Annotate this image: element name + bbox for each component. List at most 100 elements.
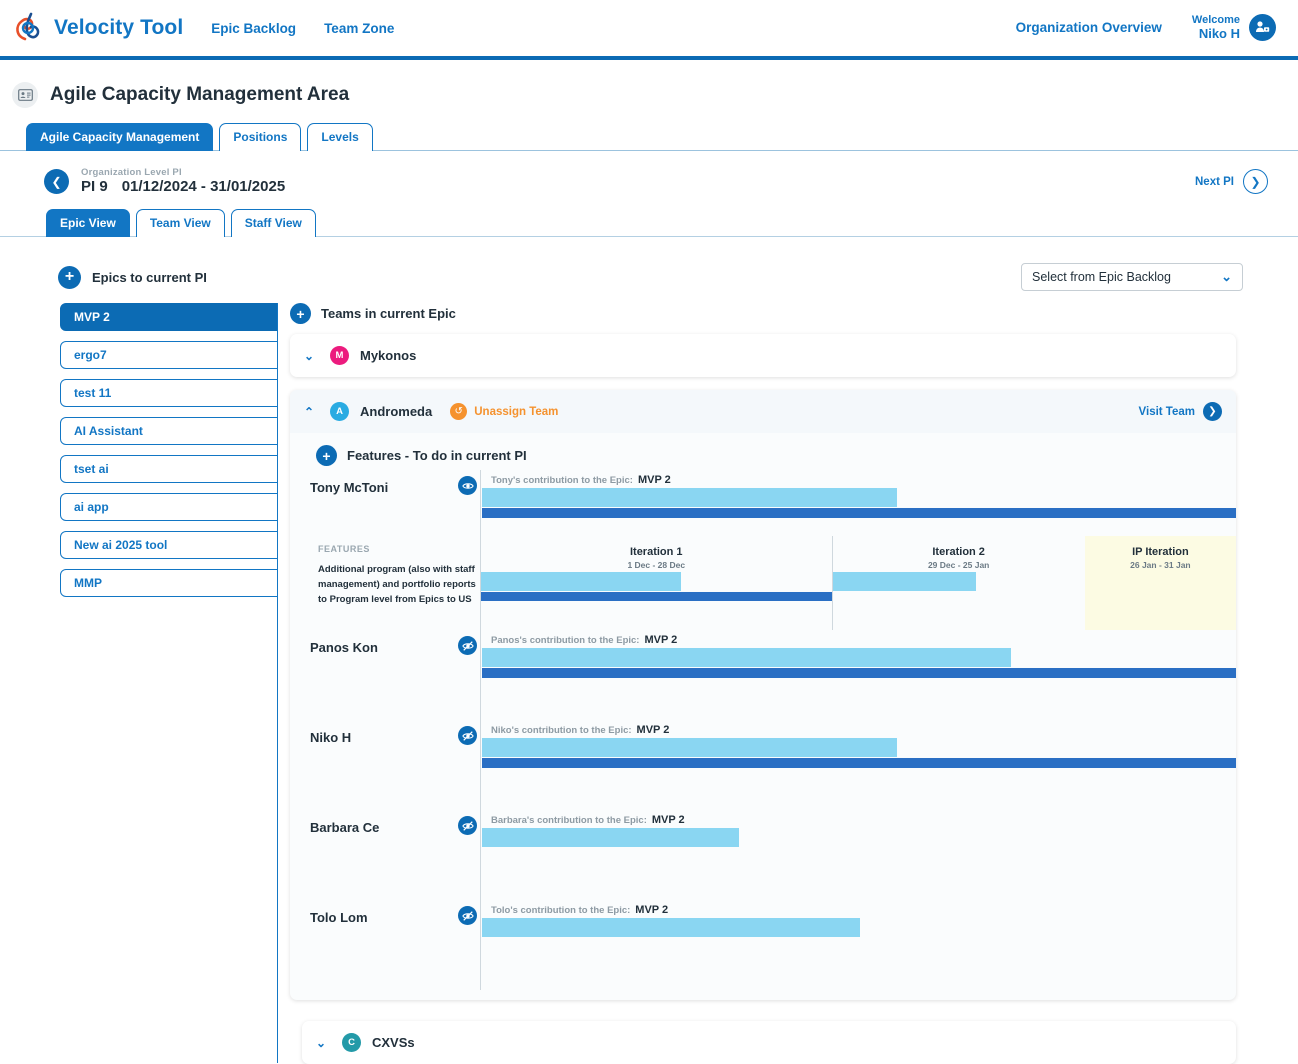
contribution-text: Panos's contribution to the Epic: [491, 635, 639, 646]
tab-levels[interactable]: Levels [307, 123, 372, 151]
main-content: + Epics to current PI Select from Epic B… [0, 237, 1298, 1063]
pi-info: Organization Level PI PI 901/12/2024 - 3… [81, 167, 285, 196]
team-card: ⌄ M Mykonos [290, 334, 1236, 377]
pi-dates: 01/12/2024 - 31/01/2025 [122, 178, 285, 195]
contribution-epic: MVP 2 [637, 724, 670, 736]
next-pi-label: Next PI [1195, 176, 1234, 188]
teams-section-title: Teams in current Epic [321, 306, 456, 321]
view-tabstrip: Epic View Team View Staff View [0, 208, 1298, 237]
epic-backlog-select[interactable]: Select from Epic Backlog ⌄ [1021, 263, 1243, 291]
add-feature-button[interactable]: + [316, 445, 337, 466]
capacity-bar-allocated [482, 508, 1236, 518]
app-root: Velocity Tool Epic Backlog Team Zone Org… [0, 0, 1298, 1064]
person-row: Panos Kon [290, 630, 1236, 720]
undo-icon: ↺ [450, 403, 467, 420]
page-header: Agile Capacity Management Area [0, 60, 1298, 108]
eye-icon[interactable] [458, 476, 477, 495]
chevron-left-icon[interactable]: ❮ [44, 169, 69, 194]
capacity-bar-available [482, 738, 897, 757]
capacity-bar-available [482, 488, 897, 507]
contribution-label: Barbara's contribution to the Epic:MVP 2 [491, 814, 685, 826]
tab-positions[interactable]: Positions [219, 123, 301, 151]
contribution-label: Niko's contribution to the Epic: MVP 2 [491, 724, 669, 736]
current-user-name: Niko H [1192, 27, 1240, 42]
nav-link-organization-overview[interactable]: Organization Overview [1016, 20, 1162, 35]
add-epics-label: Epics to current PI [92, 270, 207, 285]
gantt-track: Tony's contribution to the Epic:MVP 2 [480, 470, 1236, 538]
person-name: Barbara Ce [310, 820, 379, 835]
chevron-right-icon[interactable]: ❯ [1243, 169, 1268, 194]
gantt-track: Niko's contribution to the Epic: MVP 2 [480, 720, 1236, 810]
pi-navigation-bar: ❮ Organization Level PI PI 901/12/2024 -… [0, 151, 1298, 196]
top-navigation-bar: Velocity Tool Epic Backlog Team Zone Org… [0, 0, 1298, 60]
capacity-bar-available [482, 918, 860, 937]
tab-team-view[interactable]: Team View [136, 209, 225, 237]
features-kicker: FEATURES [318, 544, 483, 554]
epic-list-item[interactable]: ergo7 [60, 341, 278, 369]
chevron-right-icon: ❯ [1203, 402, 1222, 421]
eye-off-icon[interactable] [458, 906, 477, 925]
epic-list-item[interactable]: MMP [60, 569, 278, 597]
team-header-cxvss[interactable]: ⌄ C CXVSs [302, 1021, 1236, 1064]
epic-list-item[interactable]: New ai 2025 tool [60, 531, 278, 559]
tab-epic-view[interactable]: Epic View [46, 209, 130, 237]
epic-list-item[interactable]: test 11 [60, 379, 278, 407]
features-section-title: Features - To do in current PI [347, 448, 527, 463]
team-header-mykonos[interactable]: ⌄ M Mykonos [290, 334, 1236, 377]
tab-staff-view[interactable]: Staff View [231, 209, 316, 237]
user-menu[interactable]: Welcome Niko H [1192, 14, 1276, 42]
nav-link-epic-backlog[interactable]: Epic Backlog [211, 21, 296, 36]
epic-backlog-select-value: Select from Epic Backlog [1032, 270, 1171, 284]
iteration-bar-available [833, 572, 977, 591]
pi-value: PI 901/12/2024 - 31/01/2025 [81, 178, 285, 196]
eye-off-icon[interactable] [458, 636, 477, 655]
contribution-text: Barbara's contribution to the Epic: [491, 815, 647, 826]
tab-agile-capacity-management[interactable]: Agile Capacity Management [26, 123, 213, 151]
iteration-title: IP Iteration [1085, 536, 1236, 558]
iteration-column-ip: IP Iteration 26 Jan - 31 Jan [1085, 536, 1236, 630]
epic-list-panel: MVP 2 ergo7 test 11 AI Assistant tset ai… [0, 303, 278, 1063]
chevron-down-icon: ⌄ [1221, 269, 1232, 285]
gantt-track: Barbara's contribution to the Epic:MVP 2 [480, 810, 1236, 900]
epic-list-item[interactable]: tset ai [60, 455, 278, 483]
unassign-team-button[interactable]: ↺ Unassign Team [450, 403, 558, 420]
features-description-block: FEATURES Additional program (also with s… [318, 544, 483, 607]
velocity-logo-icon[interactable] [12, 9, 46, 47]
chevron-up-icon[interactable]: ⌃ [304, 405, 320, 419]
gantt-track: Tolo's contribution to the Epic:MVP 2 [480, 900, 1236, 990]
visit-team-label: Visit Team [1139, 406, 1195, 418]
person-name: Tony McToni [310, 480, 388, 495]
visit-team-button[interactable]: Visit Team ❯ [1139, 402, 1222, 421]
contribution-text: Tolo's contribution to the Epic: [491, 905, 630, 916]
next-pi-button[interactable]: Next PI ❯ [1195, 169, 1268, 194]
features-toolbar: + Features - To do in current PI [290, 433, 1236, 470]
chevron-down-icon[interactable]: ⌄ [304, 349, 320, 363]
team-card: ⌄ C CXVSs [302, 1021, 1236, 1064]
welcome-text: Welcome Niko H [1192, 14, 1240, 42]
team-card: ⌃ A Andromeda ↺ Unassign Team Visit Team… [290, 390, 1236, 1000]
contribution-text: Niko's contribution to the Epic: [491, 725, 632, 736]
team-avatar: M [330, 346, 349, 365]
iteration-title: Iteration 1 [481, 536, 832, 558]
person-row: Tolo Lom [290, 900, 1236, 990]
capacity-bar-available [482, 828, 739, 847]
unassign-team-label: Unassign Team [474, 406, 558, 418]
nav-link-team-zone[interactable]: Team Zone [324, 21, 394, 36]
gantt-track: Panos's contribution to the Epic: MVP 2 [480, 630, 1236, 720]
eye-off-icon[interactable] [458, 816, 477, 835]
brand-title: Velocity Tool [54, 16, 183, 40]
contribution-epic: MVP 2 [644, 634, 677, 646]
user-group-icon[interactable] [1249, 14, 1276, 41]
epic-list-item[interactable]: ai app [60, 493, 278, 521]
add-team-button[interactable]: + [290, 303, 311, 324]
epic-list-item[interactable]: MVP 2 [60, 303, 278, 331]
epic-list-item[interactable]: AI Assistant [60, 417, 278, 445]
teams-panel: + Teams in current Epic ⌄ M Mykonos ⌃ A [278, 303, 1298, 1063]
add-epics-button[interactable]: + [58, 266, 81, 289]
body-columns: MVP 2 ergo7 test 11 AI Assistant tset ai… [0, 303, 1298, 1063]
capacity-bar-allocated [482, 758, 1236, 768]
person-name: Panos Kon [310, 640, 378, 655]
eye-off-icon[interactable] [458, 726, 477, 745]
chevron-down-icon[interactable]: ⌄ [316, 1036, 332, 1050]
team-header-andromeda[interactable]: ⌃ A Andromeda ↺ Unassign Team Visit Team… [290, 390, 1236, 433]
